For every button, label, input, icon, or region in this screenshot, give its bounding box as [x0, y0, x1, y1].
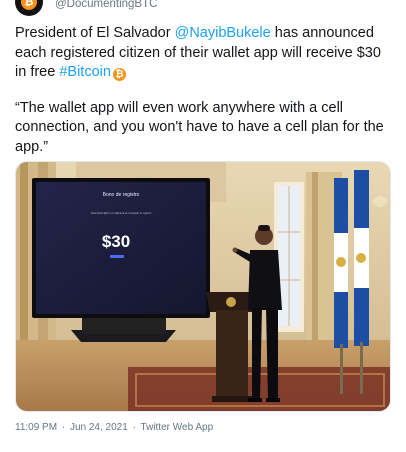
screen-subtext: Obtendrás $30 en tu billetera al complet… [91, 211, 152, 215]
screen-amount: $30 [102, 232, 130, 251]
tweet-paragraph-1: President of El Salvador @NayibBukele ha… [15, 24, 395, 83]
tweet-date[interactable]: Jun 24, 2021 [70, 422, 128, 433]
tweet-footer: 11:09 PM · Jun 24, 2021 · Twitter Web Ap… [15, 422, 215, 433]
tweet-header: ₿ @DocumentingBTC [0, 0, 406, 16]
tweet-text-part-1: President of El Salvador [15, 25, 175, 41]
bitcoin-logo-icon: ₿ [21, 0, 37, 10]
tweet-quote: “The wallet app will even work anywhere … [15, 99, 384, 155]
mention-link[interactable]: @NayibBukele [175, 25, 271, 41]
tweet-text: President of El Salvador @NayibBukele ha… [15, 24, 395, 157]
footer-separator: · [61, 422, 66, 433]
tweet-source[interactable]: Twitter Web App [141, 422, 214, 433]
avatar[interactable]: ₿ [15, 0, 43, 16]
photo-scene: Bono de registro Obtendrás $30 en tu bil… [16, 162, 390, 411]
screen-heading: Bono de registro [103, 192, 140, 198]
tweet-photo[interactable]: Bono de registro Obtendrás $30 en tu bil… [15, 161, 391, 412]
footer-separator: · [132, 422, 136, 433]
user-handle[interactable]: @DocumentingBTC [55, 0, 157, 10]
bitcoin-emoji-icon: ₿ [112, 68, 126, 81]
tweet-time[interactable]: 11:09 PM [15, 422, 57, 433]
hashtag-link[interactable]: #Bitcoin [59, 64, 111, 80]
